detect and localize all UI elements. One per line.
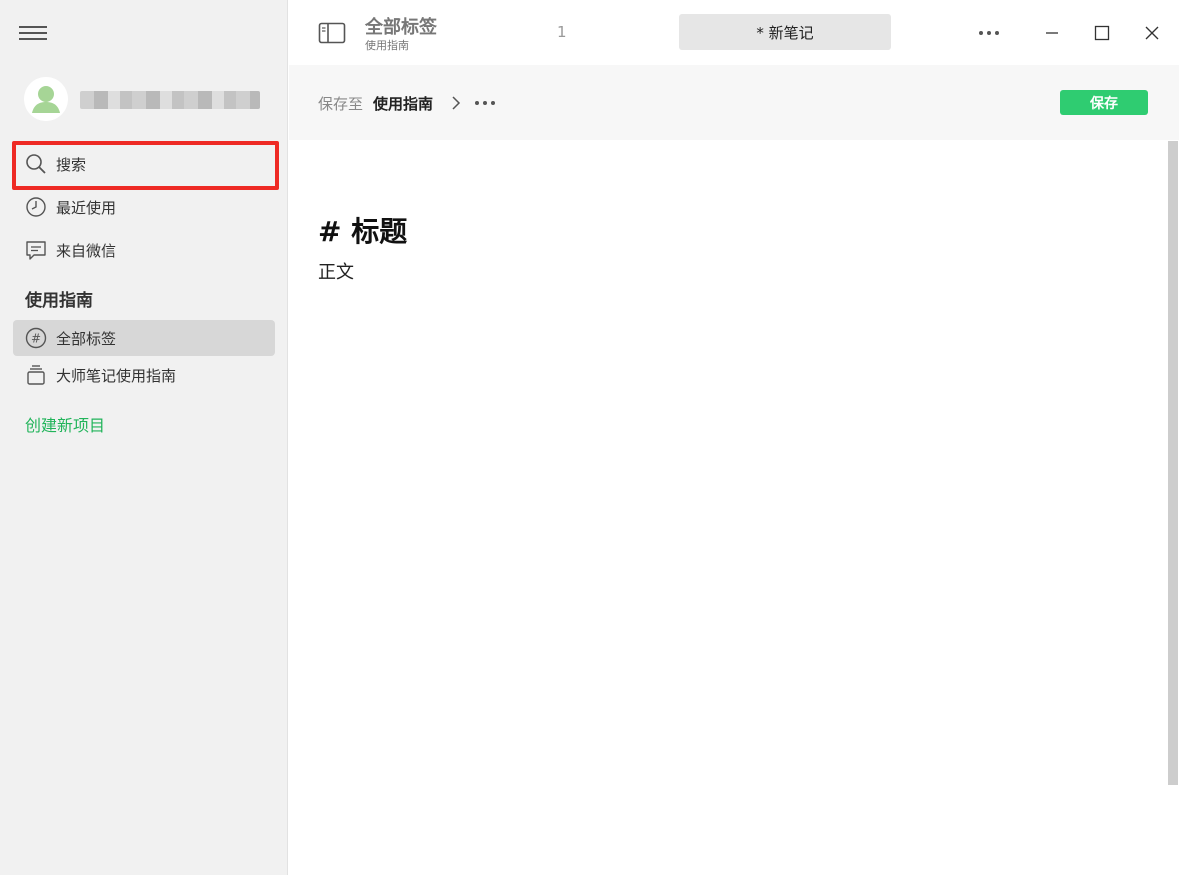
clock-icon [24,195,48,219]
app-window: 搜索 最近使用 来自微信 使用指南 # 全部标签 大师笔记使用指南 创建新项目 … [0,0,1179,875]
note-body[interactable]: 正文 [318,258,354,284]
create-project-link[interactable]: 创建新项目 [25,412,105,436]
note-toolbar: 保存至 使用指南 保存 [289,65,1179,140]
note-count: 1 [557,23,567,41]
maximize-icon[interactable] [1086,17,1118,49]
stack-icon [24,363,48,387]
more-options-icon[interactable] [973,17,1005,49]
page-title: 全部标签 [365,17,437,38]
save-to-label: 保存至 [318,95,364,113]
page-subtitle: 使用指南 [365,39,409,52]
username-redacted [80,91,260,109]
scrollbar-thumb[interactable] [1168,141,1178,785]
tab-new-note[interactable]: * 新笔记 [679,14,891,50]
sidebar-item-label: 全部标签 [56,329,117,348]
save-target-notebook[interactable]: 使用指南 [373,93,433,114]
sidebar-item-guide[interactable]: 大师笔记使用指南 [24,361,274,389]
more-options-icon[interactable] [473,95,497,111]
hash-icon: # [24,326,48,350]
sidebar-item-label: 最近使用 [56,198,117,217]
save-button[interactable]: 保存 [1060,90,1148,115]
user-avatar-icon[interactable] [24,77,68,121]
note-heading[interactable]: # 标题 [318,210,407,250]
search-icon [24,152,48,176]
sidebar-item-wechat[interactable]: 来自微信 [24,236,274,264]
section-title: 使用指南 [25,291,93,311]
hamburger-icon[interactable] [19,24,49,42]
sidebar-item-all-tags[interactable]: # 全部标签 [24,324,274,352]
svg-text:#: # [31,332,41,346]
panel-toggle-icon[interactable] [318,21,346,45]
sidebar-item-label: 来自微信 [56,241,117,260]
chevron-right-icon[interactable] [449,93,463,113]
sidebar-item-recent[interactable]: 最近使用 [24,193,274,221]
note-editor[interactable]: # 标题 正文 [289,140,1167,875]
close-icon[interactable] [1136,17,1168,49]
sidebar-item-label: 大师笔记使用指南 [56,366,177,385]
user-profile[interactable] [24,77,274,121]
chat-icon [24,238,48,262]
sidebar-item-search[interactable]: 搜索 [24,150,274,178]
sidebar-item-label: 搜索 [56,155,87,174]
minimize-icon[interactable] [1036,17,1068,49]
title-bar: 全部标签 使用指南 1 * 新笔记 [289,0,1179,65]
sidebar: 搜索 最近使用 来自微信 使用指南 # 全部标签 大师笔记使用指南 创建新项目 [0,0,288,875]
